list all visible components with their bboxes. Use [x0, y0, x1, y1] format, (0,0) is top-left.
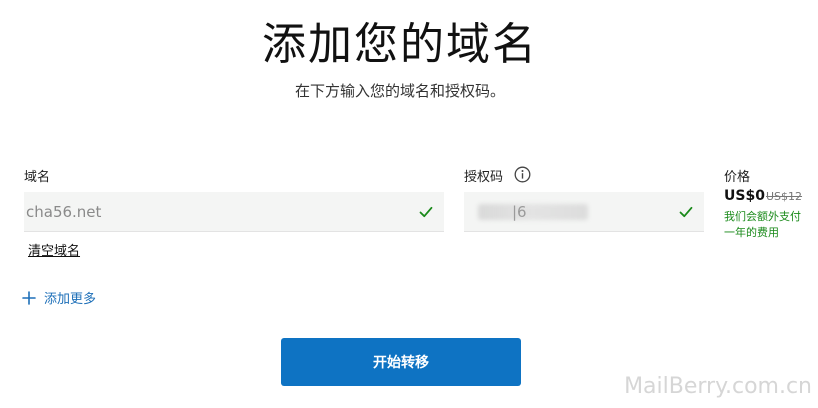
clear-domain-link[interactable]: 清空域名	[28, 240, 80, 259]
auth-code-label: 授权码	[464, 170, 504, 185]
page-title: 添加您的域名	[262, 19, 538, 70]
domain-label: 域名	[24, 170, 51, 185]
current-price: US$0	[724, 188, 765, 204]
price-note: 我们会额外支付一年的费用	[724, 210, 801, 239]
watermark: MailBerry.com.cn	[624, 374, 812, 399]
plus-icon	[22, 290, 36, 305]
auth-code-input[interactable]	[464, 192, 704, 232]
auth-code-field[interactable]	[464, 192, 704, 232]
add-more-button[interactable]: 添加更多	[22, 288, 96, 307]
start-transfer-button[interactable]: 开始转移	[281, 338, 521, 386]
domain-field[interactable]	[24, 192, 444, 232]
domain-input[interactable]	[24, 192, 444, 232]
page-subtitle: 在下方输入您的域名和授权码。	[294, 82, 505, 100]
add-more-label: 添加更多	[44, 292, 97, 307]
check-icon	[419, 206, 433, 218]
check-icon	[679, 206, 693, 218]
original-price: US$12	[766, 190, 803, 203]
info-icon[interactable]	[514, 166, 531, 183]
price-label: 价格	[724, 170, 751, 185]
